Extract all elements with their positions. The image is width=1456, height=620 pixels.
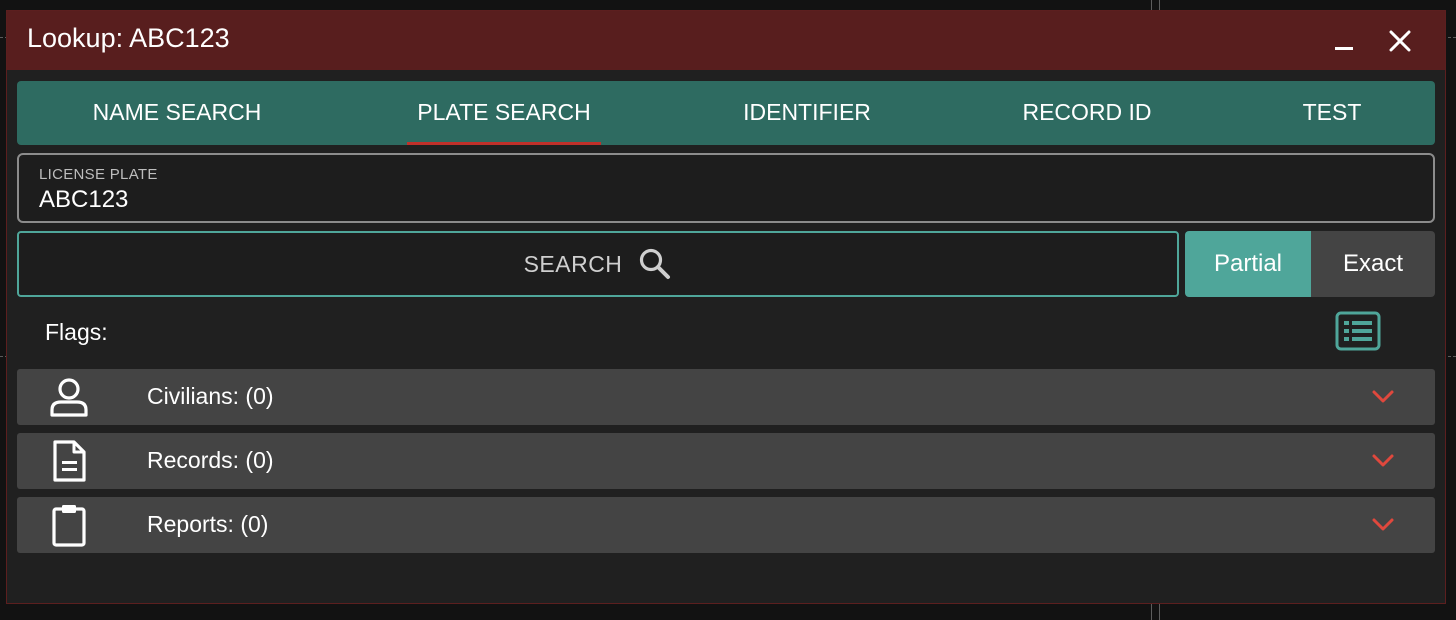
lookup-window: Lookup: ABC123 NAME SEARCH PLATE SEARCH … bbox=[6, 10, 1446, 604]
tab-test[interactable]: TEST bbox=[1287, 81, 1377, 145]
tab-name-search[interactable]: NAME SEARCH bbox=[77, 81, 277, 145]
minimize-icon bbox=[1335, 47, 1353, 50]
chevron-down-icon bbox=[1372, 518, 1394, 531]
reports-label: Reports: (0) bbox=[147, 511, 269, 537]
civilians-label: Civilians: (0) bbox=[147, 383, 274, 409]
clipboard-icon bbox=[52, 505, 86, 547]
minimize-button[interactable] bbox=[1324, 21, 1364, 61]
tab-label: NAME SEARCH bbox=[92, 99, 262, 125]
records-accordion[interactable]: Records: (0) bbox=[17, 433, 1435, 489]
records-label: Records: (0) bbox=[147, 447, 274, 473]
civilians-accordion[interactable]: Civilians: (0) bbox=[17, 369, 1435, 425]
match-mode-toggle: Partial Exact bbox=[1185, 231, 1435, 297]
license-plate-label: LICENSE PLATE bbox=[39, 166, 158, 183]
exact-match-option[interactable]: Exact bbox=[1311, 231, 1435, 297]
tab-identifier[interactable]: IDENTIFIER bbox=[727, 81, 887, 145]
tab-label: IDENTIFIER bbox=[743, 99, 871, 125]
license-plate-input[interactable]: ABC123 bbox=[39, 186, 128, 214]
flags-label: Flags: bbox=[45, 319, 108, 345]
tab-label: TEST bbox=[1302, 99, 1362, 125]
partial-match-option[interactable]: Partial bbox=[1185, 231, 1311, 297]
window-title: Lookup: ABC123 bbox=[27, 23, 230, 53]
tab-label: RECORD ID bbox=[1022, 99, 1152, 125]
flags-list-button[interactable] bbox=[1335, 311, 1381, 351]
document-icon bbox=[53, 440, 86, 482]
list-icon bbox=[1335, 311, 1381, 351]
close-icon bbox=[1389, 30, 1411, 52]
person-icon bbox=[50, 378, 88, 417]
chevron-down-icon bbox=[1372, 454, 1394, 467]
close-button[interactable] bbox=[1380, 21, 1420, 61]
search-button-label: SEARCH bbox=[523, 250, 623, 277]
tab-label: PLATE SEARCH bbox=[417, 99, 591, 125]
chevron-down-icon bbox=[1372, 390, 1394, 403]
license-plate-field[interactable]: LICENSE PLATE ABC123 bbox=[17, 153, 1435, 223]
search-button[interactable]: SEARCH bbox=[17, 231, 1179, 297]
tab-record-id[interactable]: RECORD ID bbox=[1007, 81, 1167, 145]
search-tabs: NAME SEARCH PLATE SEARCH IDENTIFIER RECO… bbox=[17, 81, 1435, 145]
window-titlebar[interactable]: Lookup: ABC123 bbox=[7, 11, 1445, 70]
tab-plate-search[interactable]: PLATE SEARCH bbox=[407, 81, 601, 145]
active-tab-indicator bbox=[407, 142, 601, 145]
reports-accordion[interactable]: Reports: (0) bbox=[17, 497, 1435, 553]
search-icon bbox=[640, 248, 671, 279]
